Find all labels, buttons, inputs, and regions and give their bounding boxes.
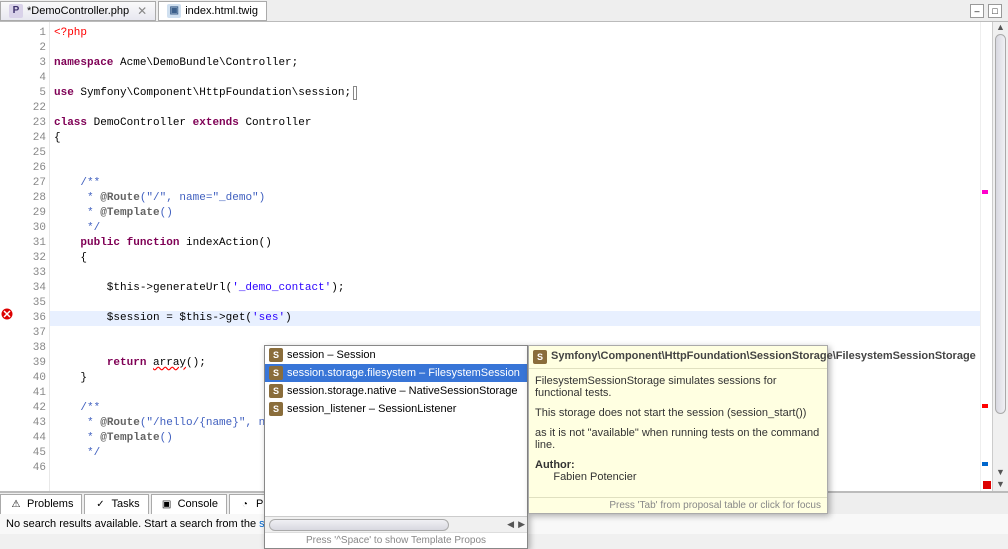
tab-tasks[interactable]: ✓ Tasks: [84, 494, 148, 514]
scroll-down-arrow[interactable]: ▼: [993, 479, 1008, 491]
progress-icon: ◔: [238, 497, 252, 511]
tasks-icon: ✓: [93, 497, 107, 511]
autocomplete-popup: Ssession – Session Ssession.storage.file…: [264, 345, 528, 549]
tab-index-twig[interactable]: ▣ index.html.twig: [158, 1, 267, 21]
html-file-icon: ▣: [167, 4, 181, 18]
close-icon[interactable]: ✕: [137, 4, 147, 18]
overview-ruler[interactable]: [980, 22, 992, 491]
service-icon: S: [269, 366, 283, 380]
maximize-button[interactable]: □: [988, 4, 1002, 18]
documentation-popup[interactable]: S Symfony\Component\HttpFoundation\Sessi…: [528, 345, 828, 514]
tab-problems[interactable]: ⚠ Problems: [0, 494, 82, 514]
editor-tab-bar: P *DemoController.php ✕ ▣ index.html.twi…: [0, 0, 1008, 22]
tab-console[interactable]: ▣ Console: [151, 494, 227, 514]
autocomplete-hint: Press '^Space' to show Template Propos: [265, 532, 527, 548]
service-icon: S: [269, 402, 283, 416]
problems-icon: ⚠: [9, 497, 23, 511]
php-file-icon: P: [9, 4, 23, 18]
console-icon: ▣: [160, 497, 174, 511]
vertical-scrollbar[interactable]: ▲ ▼ ▼: [992, 22, 1008, 491]
service-icon: S: [533, 350, 547, 364]
annotation-ruler: [0, 22, 16, 491]
scroll-down-arrow[interactable]: ▼: [993, 467, 1008, 479]
doc-hint: Press 'Tab' from proposal table or click…: [529, 497, 827, 513]
autocomplete-item[interactable]: Ssession_listener – SessionListener: [265, 400, 527, 418]
tab-label: index.html.twig: [185, 5, 258, 17]
autocomplete-item[interactable]: Ssession.storage.native – NativeSessionS…: [265, 382, 527, 400]
doc-title: Symfony\Component\HttpFoundation\Session…: [551, 350, 976, 364]
code-editor[interactable]: 1 2 3 4 5 22 23 24 25 26 27 28 29 30 31 …: [0, 22, 1008, 492]
scroll-thumb[interactable]: [995, 34, 1006, 414]
scroll-thumb[interactable]: [269, 519, 449, 531]
horizontal-scrollbar[interactable]: ◀ ▶: [265, 516, 527, 532]
autocomplete-item[interactable]: Ssession.storage.filesystem – Filesystem…: [265, 364, 527, 382]
error-icon: [0, 307, 14, 321]
error-summary-icon[interactable]: [983, 481, 991, 489]
tab-democontroller[interactable]: P *DemoController.php ✕: [0, 1, 156, 21]
window-controls: – □: [970, 4, 1008, 18]
autocomplete-item[interactable]: Ssession – Session: [265, 346, 527, 364]
scroll-right-arrow[interactable]: ▶: [516, 519, 527, 530]
minimize-button[interactable]: –: [970, 4, 984, 18]
doc-body: FilesystemSessionStorage simulates sessi…: [529, 369, 827, 497]
line-number-gutter: 1 2 3 4 5 22 23 24 25 26 27 28 29 30 31 …: [16, 22, 50, 491]
tab-label: *DemoController.php: [27, 5, 129, 17]
scroll-up-arrow[interactable]: ▲: [993, 22, 1008, 34]
scroll-left-arrow[interactable]: ◀: [505, 519, 516, 530]
service-icon: S: [269, 384, 283, 398]
service-icon: S: [269, 348, 283, 362]
